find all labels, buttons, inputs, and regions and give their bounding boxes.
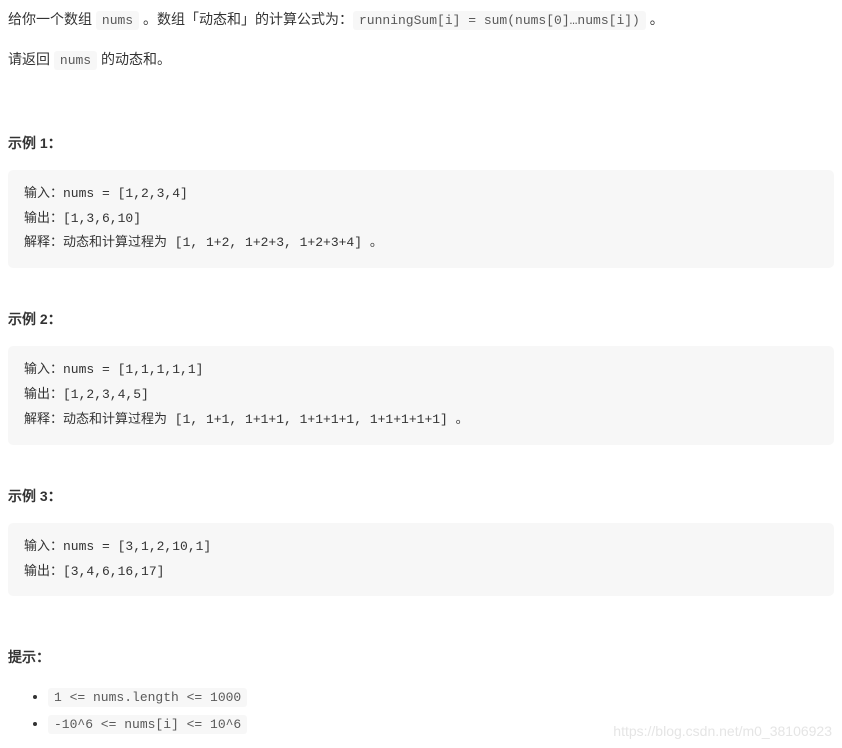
example-1-code: 输入：nums = [1,2,3,4] 输出：[1,3,6,10] 解释：动态和… [8,170,834,268]
example-3-title: 示例 3： [8,485,834,507]
example-2-title: 示例 2： [8,308,834,330]
hint-code: -10^6 <= nums[i] <= 10^6 [48,715,247,734]
intro-code-formula: runningSum[i] = sum(nums[0]…nums[i]) [353,11,646,30]
watermark: https://blog.csdn.net/m0_38106923 [613,720,832,742]
return-prefix: 请返回 [8,51,54,67]
intro-text-prefix: 给你一个数组 [8,11,96,27]
hints-title: 提示： [8,646,834,668]
example-1-title: 示例 1： [8,132,834,154]
example-2-code: 输入：nums = [1,1,1,1,1] 输出：[1,2,3,4,5] 解释：… [8,346,834,444]
hint-item: 1 <= nums.length <= 1000 [48,685,834,709]
problem-intro: 给你一个数组 nums 。数组「动态和」的计算公式为：runningSum[i]… [8,8,834,32]
intro-text-mid: 。数组「动态和」的计算公式为： [139,11,353,27]
return-suffix: 的动态和。 [97,51,171,67]
example-3-code: 输入：nums = [3,1,2,10,1] 输出：[3,4,6,16,17] [8,523,834,596]
intro-code-nums: nums [96,11,139,30]
hint-code: 1 <= nums.length <= 1000 [48,688,247,707]
intro-text-suffix: 。 [646,11,664,27]
return-code-nums: nums [54,51,97,70]
return-line: 请返回 nums 的动态和。 [8,48,834,72]
